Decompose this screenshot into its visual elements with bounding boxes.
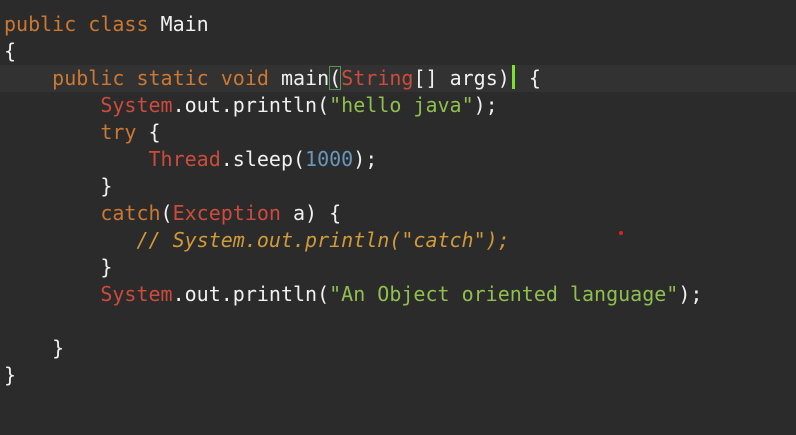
code-line[interactable]: } (4, 173, 112, 200)
code-token: Main (148, 12, 209, 36)
marker-dot (619, 231, 623, 235)
code-token: System (100, 282, 173, 306)
code-token: public (4, 12, 77, 36)
code-token: a) { (280, 201, 342, 225)
code-token: public (52, 66, 125, 90)
code-token: 1000 (305, 147, 354, 171)
code-token: "hello java" (329, 93, 474, 117)
code-token: ); (678, 282, 703, 306)
code-token: Thread (148, 147, 221, 171)
code-token: // System.out.println("catch"); (136, 228, 510, 252)
code-token: .out.println( (172, 282, 330, 306)
code-token: [] args) (413, 66, 510, 90)
code-token: ( (329, 66, 342, 90)
code-token: Exception (172, 201, 281, 225)
code-token: "An Object oriented language" (329, 282, 679, 306)
code-token: static (136, 66, 209, 90)
code-line[interactable]: } (4, 362, 16, 389)
code-token: ); (353, 147, 378, 171)
code-token: { (516, 66, 541, 90)
code-token: .out.println( (172, 93, 330, 117)
code-token: } (100, 255, 113, 279)
code-line[interactable]: public class Main (4, 11, 209, 38)
code-line[interactable]: } (4, 254, 112, 281)
code-token: class (88, 12, 149, 36)
code-token: ); (473, 93, 498, 117)
code-editor[interactable]: public class Main{ public static void ma… (0, 0, 796, 435)
code-line[interactable]: public static void main(String[] args) { (4, 65, 541, 92)
code-token: { (136, 120, 161, 144)
code-token: ( (160, 201, 173, 225)
code-line[interactable]: try { (4, 119, 161, 146)
text-caret (511, 65, 515, 89)
code-token: .sleep( (220, 147, 306, 171)
code-token: } (100, 174, 113, 198)
code-line[interactable]: System.out.println("hello java"); (4, 92, 498, 119)
code-token: try (100, 120, 137, 144)
code-line[interactable]: { (4, 38, 16, 65)
code-token: String (341, 66, 414, 90)
code-line[interactable]: } (4, 335, 64, 362)
code-token: } (52, 336, 65, 360)
code-token: { (4, 39, 17, 63)
code-line[interactable]: // System.out.println("catch"); (4, 227, 510, 254)
code-token: main (268, 66, 330, 90)
code-token: System (100, 93, 173, 117)
code-line[interactable]: catch(Exception a) { (4, 200, 341, 227)
code-token: } (4, 363, 17, 387)
code-token: void (220, 66, 269, 90)
code-token: catch (100, 201, 161, 225)
code-line[interactable]: Thread.sleep(1000); (4, 146, 378, 173)
code-line[interactable]: System.out.println("An Object oriented l… (4, 281, 702, 308)
